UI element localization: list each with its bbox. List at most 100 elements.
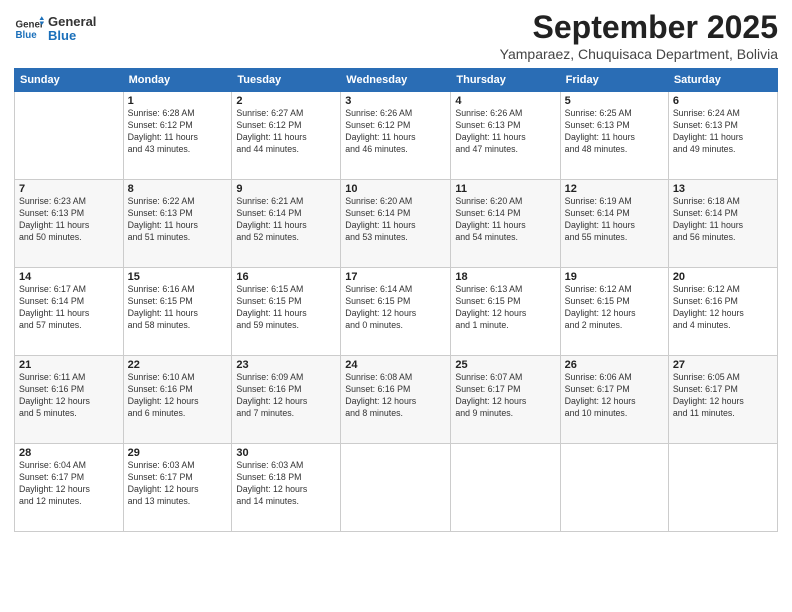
- day-number: 28: [19, 447, 119, 459]
- calendar-cell: [451, 444, 560, 532]
- logo: General Blue General Blue: [14, 14, 96, 44]
- calendar-cell: 27Sunrise: 6:05 AM Sunset: 6:17 PM Dayli…: [668, 356, 777, 444]
- day-info: Sunrise: 6:22 AM Sunset: 6:13 PM Dayligh…: [128, 196, 228, 244]
- calendar-cell: 25Sunrise: 6:07 AM Sunset: 6:17 PM Dayli…: [451, 356, 560, 444]
- day-number: 25: [455, 359, 555, 371]
- day-number: 3: [345, 95, 446, 107]
- day-info: Sunrise: 6:08 AM Sunset: 6:16 PM Dayligh…: [345, 372, 446, 420]
- calendar-cell: 10Sunrise: 6:20 AM Sunset: 6:14 PM Dayli…: [341, 180, 451, 268]
- calendar-cell: 4Sunrise: 6:26 AM Sunset: 6:13 PM Daylig…: [451, 92, 560, 180]
- day-info: Sunrise: 6:16 AM Sunset: 6:15 PM Dayligh…: [128, 284, 228, 332]
- day-info: Sunrise: 6:21 AM Sunset: 6:14 PM Dayligh…: [236, 196, 336, 244]
- weekday-header-saturday: Saturday: [668, 69, 777, 92]
- svg-text:Blue: Blue: [16, 30, 38, 41]
- day-info: Sunrise: 6:10 AM Sunset: 6:16 PM Dayligh…: [128, 372, 228, 420]
- day-info: Sunrise: 6:28 AM Sunset: 6:12 PM Dayligh…: [128, 108, 228, 156]
- day-info: Sunrise: 6:11 AM Sunset: 6:16 PM Dayligh…: [19, 372, 119, 420]
- calendar-cell: [341, 444, 451, 532]
- day-info: Sunrise: 6:25 AM Sunset: 6:13 PM Dayligh…: [565, 108, 664, 156]
- day-number: 29: [128, 447, 228, 459]
- calendar-cell: 9Sunrise: 6:21 AM Sunset: 6:14 PM Daylig…: [232, 180, 341, 268]
- day-info: Sunrise: 6:20 AM Sunset: 6:14 PM Dayligh…: [345, 196, 446, 244]
- calendar-cell: 26Sunrise: 6:06 AM Sunset: 6:17 PM Dayli…: [560, 356, 668, 444]
- month-title: September 2025: [500, 10, 778, 45]
- weekday-header-tuesday: Tuesday: [232, 69, 341, 92]
- day-info: Sunrise: 6:27 AM Sunset: 6:12 PM Dayligh…: [236, 108, 336, 156]
- day-info: Sunrise: 6:12 AM Sunset: 6:15 PM Dayligh…: [565, 284, 664, 332]
- calendar-cell: 16Sunrise: 6:15 AM Sunset: 6:15 PM Dayli…: [232, 268, 341, 356]
- day-number: 5: [565, 95, 664, 107]
- day-number: 2: [236, 95, 336, 107]
- day-info: Sunrise: 6:19 AM Sunset: 6:14 PM Dayligh…: [565, 196, 664, 244]
- day-number: 26: [565, 359, 664, 371]
- day-info: Sunrise: 6:17 AM Sunset: 6:14 PM Dayligh…: [19, 284, 119, 332]
- calendar-cell: 21Sunrise: 6:11 AM Sunset: 6:16 PM Dayli…: [15, 356, 124, 444]
- day-number: 27: [673, 359, 773, 371]
- day-number: 12: [565, 183, 664, 195]
- calendar-cell: 8Sunrise: 6:22 AM Sunset: 6:13 PM Daylig…: [123, 180, 232, 268]
- logo-line1: General: [48, 15, 96, 29]
- day-info: Sunrise: 6:26 AM Sunset: 6:13 PM Dayligh…: [455, 108, 555, 156]
- day-number: 1: [128, 95, 228, 107]
- week-row-2: 14Sunrise: 6:17 AM Sunset: 6:14 PM Dayli…: [15, 268, 778, 356]
- calendar-cell: 5Sunrise: 6:25 AM Sunset: 6:13 PM Daylig…: [560, 92, 668, 180]
- day-info: Sunrise: 6:09 AM Sunset: 6:16 PM Dayligh…: [236, 372, 336, 420]
- day-number: 17: [345, 271, 446, 283]
- calendar-cell: 19Sunrise: 6:12 AM Sunset: 6:15 PM Dayli…: [560, 268, 668, 356]
- weekday-header-thursday: Thursday: [451, 69, 560, 92]
- weekday-header-sunday: Sunday: [15, 69, 124, 92]
- day-number: 16: [236, 271, 336, 283]
- weekday-header-monday: Monday: [123, 69, 232, 92]
- day-number: 8: [128, 183, 228, 195]
- day-number: 6: [673, 95, 773, 107]
- calendar-cell: 6Sunrise: 6:24 AM Sunset: 6:13 PM Daylig…: [668, 92, 777, 180]
- logo-icon: General Blue: [14, 14, 44, 44]
- day-info: Sunrise: 6:03 AM Sunset: 6:18 PM Dayligh…: [236, 460, 336, 508]
- day-number: 4: [455, 95, 555, 107]
- calendar-cell: 3Sunrise: 6:26 AM Sunset: 6:12 PM Daylig…: [341, 92, 451, 180]
- day-info: Sunrise: 6:20 AM Sunset: 6:14 PM Dayligh…: [455, 196, 555, 244]
- week-row-0: 1Sunrise: 6:28 AM Sunset: 6:12 PM Daylig…: [15, 92, 778, 180]
- week-row-3: 21Sunrise: 6:11 AM Sunset: 6:16 PM Dayli…: [15, 356, 778, 444]
- day-info: Sunrise: 6:18 AM Sunset: 6:14 PM Dayligh…: [673, 196, 773, 244]
- day-info: Sunrise: 6:03 AM Sunset: 6:17 PM Dayligh…: [128, 460, 228, 508]
- logo-line2: Blue: [48, 29, 96, 43]
- day-info: Sunrise: 6:13 AM Sunset: 6:15 PM Dayligh…: [455, 284, 555, 332]
- calendar-cell: 28Sunrise: 6:04 AM Sunset: 6:17 PM Dayli…: [15, 444, 124, 532]
- calendar-cell: 1Sunrise: 6:28 AM Sunset: 6:12 PM Daylig…: [123, 92, 232, 180]
- calendar-cell: 24Sunrise: 6:08 AM Sunset: 6:16 PM Dayli…: [341, 356, 451, 444]
- calendar-cell: [560, 444, 668, 532]
- day-info: Sunrise: 6:23 AM Sunset: 6:13 PM Dayligh…: [19, 196, 119, 244]
- calendar-cell: 12Sunrise: 6:19 AM Sunset: 6:14 PM Dayli…: [560, 180, 668, 268]
- calendar-cell: 14Sunrise: 6:17 AM Sunset: 6:14 PM Dayli…: [15, 268, 124, 356]
- calendar-cell: 23Sunrise: 6:09 AM Sunset: 6:16 PM Dayli…: [232, 356, 341, 444]
- header-row: General Blue General Blue September 2025…: [14, 10, 778, 62]
- day-number: 21: [19, 359, 119, 371]
- calendar-cell: 11Sunrise: 6:20 AM Sunset: 6:14 PM Dayli…: [451, 180, 560, 268]
- week-row-1: 7Sunrise: 6:23 AM Sunset: 6:13 PM Daylig…: [15, 180, 778, 268]
- day-info: Sunrise: 6:14 AM Sunset: 6:15 PM Dayligh…: [345, 284, 446, 332]
- calendar-cell: 30Sunrise: 6:03 AM Sunset: 6:18 PM Dayli…: [232, 444, 341, 532]
- day-number: 22: [128, 359, 228, 371]
- day-info: Sunrise: 6:15 AM Sunset: 6:15 PM Dayligh…: [236, 284, 336, 332]
- day-number: 13: [673, 183, 773, 195]
- subtitle: Yamparaez, Chuquisaca Department, Bolivi…: [500, 46, 778, 62]
- day-number: 24: [345, 359, 446, 371]
- calendar-cell: 18Sunrise: 6:13 AM Sunset: 6:15 PM Dayli…: [451, 268, 560, 356]
- svg-text:General: General: [16, 20, 45, 31]
- day-number: 18: [455, 271, 555, 283]
- calendar-cell: 7Sunrise: 6:23 AM Sunset: 6:13 PM Daylig…: [15, 180, 124, 268]
- day-number: 10: [345, 183, 446, 195]
- calendar-cell: 20Sunrise: 6:12 AM Sunset: 6:16 PM Dayli…: [668, 268, 777, 356]
- calendar-cell: 29Sunrise: 6:03 AM Sunset: 6:17 PM Dayli…: [123, 444, 232, 532]
- day-info: Sunrise: 6:07 AM Sunset: 6:17 PM Dayligh…: [455, 372, 555, 420]
- day-info: Sunrise: 6:26 AM Sunset: 6:12 PM Dayligh…: [345, 108, 446, 156]
- day-number: 23: [236, 359, 336, 371]
- weekday-header-row: SundayMondayTuesdayWednesdayThursdayFrid…: [15, 69, 778, 92]
- day-info: Sunrise: 6:05 AM Sunset: 6:17 PM Dayligh…: [673, 372, 773, 420]
- day-info: Sunrise: 6:12 AM Sunset: 6:16 PM Dayligh…: [673, 284, 773, 332]
- page-container: General Blue General Blue September 2025…: [0, 0, 792, 540]
- day-number: 30: [236, 447, 336, 459]
- day-number: 9: [236, 183, 336, 195]
- day-info: Sunrise: 6:04 AM Sunset: 6:17 PM Dayligh…: [19, 460, 119, 508]
